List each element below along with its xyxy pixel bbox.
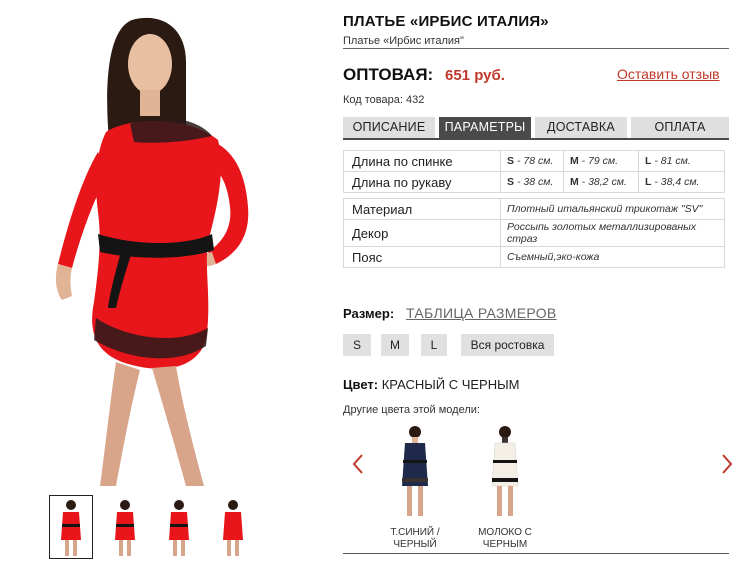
- thumbnail-2[interactable]: [104, 496, 146, 558]
- size-m-button[interactable]: M: [381, 334, 409, 356]
- size-m-value: M - 38,2 см.: [563, 171, 639, 193]
- attribute-name: Пояс: [343, 246, 501, 268]
- variant-photo: [491, 426, 519, 516]
- thumbnail-3[interactable]: [158, 496, 200, 558]
- color-variant-milk[interactable]: МОЛОКО С ЧЕРНЫМ: [460, 420, 550, 551]
- tab-description[interactable]: ОПИСАНИЕ: [343, 117, 435, 138]
- attributes-table: Материал Плотный итальянский трикотаж "S…: [343, 198, 725, 268]
- divider: [343, 48, 729, 49]
- size-l-button[interactable]: L: [421, 334, 447, 356]
- product-main-photo[interactable]: [36, 2, 304, 490]
- attribute-name: Материал: [343, 198, 501, 220]
- attribute-name: Декор: [343, 219, 501, 247]
- size-label: Размер:: [343, 306, 395, 321]
- attribute-value: Плотный итальянский трикотаж "SV": [500, 198, 725, 220]
- variant-photo: [402, 426, 428, 516]
- size-l-value: L - 81 см.: [638, 150, 725, 172]
- table-row: Длина по рукаву S - 38 см. M - 38,2 см. …: [343, 171, 725, 193]
- divider: [343, 553, 729, 554]
- table-row: Декор Россыпь золотых металлизированых с…: [343, 219, 725, 247]
- size-all-button[interactable]: Вся ростовка: [461, 334, 554, 356]
- price-value: 651 руб.: [445, 67, 505, 84]
- variant-name: Т.СИНИЙ / ЧЕРНЫЙ: [390, 527, 440, 550]
- color-info: Цвет: КРАСНЫЙ С ЧЕРНЫМ: [343, 377, 520, 392]
- variant-name: МОЛОКО С ЧЕРНЫМ: [478, 527, 532, 550]
- size-s-value: S - 78 см.: [500, 150, 564, 172]
- thumbnail-strip: [49, 495, 300, 560]
- attribute-value: Россыпь золотых металлизированых страз: [500, 219, 725, 247]
- product-sku: Код товара: 432: [343, 94, 425, 106]
- thumbnail-4[interactable]: [212, 496, 254, 558]
- tab-payment[interactable]: ОПЛАТА: [631, 117, 729, 138]
- measurements-table: Длина по спинке S - 78 см. M - 79 см. L …: [343, 150, 725, 193]
- attribute-value: Съемный,эко-кожа: [500, 246, 725, 268]
- table-row: Пояс Съемный,эко-кожа: [343, 246, 725, 268]
- measurement-name: Длина по рукаву: [343, 171, 501, 193]
- product-tabs: ОПИСАНИЕ ПАРАМЕТРЫ ДОСТАВКА ОПЛАТА: [343, 117, 729, 139]
- size-chart-link[interactable]: ТАБЛИЦА РАЗМЕРОВ: [406, 305, 557, 321]
- tabs-underline: [343, 138, 729, 140]
- leave-review-link[interactable]: Оставить отзыв: [617, 66, 720, 82]
- product-subtitle: Платье «Ирбис италия": [343, 35, 464, 47]
- product-title: ПЛАТЬЕ «ИРБИС ИТАЛИЯ»: [343, 13, 549, 30]
- chevron-right-icon[interactable]: [720, 452, 734, 476]
- table-row: Материал Плотный итальянский трикотаж "S…: [343, 198, 725, 220]
- measurement-name: Длина по спинке: [343, 150, 501, 172]
- size-m-value: M - 79 см.: [563, 150, 639, 172]
- size-s-value: S - 38 см.: [500, 171, 564, 193]
- price-label: ОПТОВАЯ:: [343, 65, 434, 84]
- thumbnail-1[interactable]: [49, 495, 93, 559]
- table-row: Длина по спинке S - 78 см. M - 79 см. L …: [343, 150, 725, 172]
- other-colors-label: Другие цвета этой модели:: [343, 404, 480, 416]
- size-s-button[interactable]: S: [343, 334, 371, 356]
- color-variant-navy[interactable]: Т.СИНИЙ / ЧЕРНЫЙ: [370, 420, 460, 551]
- tab-delivery[interactable]: ДОСТАВКА: [535, 117, 627, 138]
- size-l-value: L - 38,4 см.: [638, 171, 725, 193]
- tab-parameters[interactable]: ПАРАМЕТРЫ: [439, 117, 531, 138]
- chevron-left-icon[interactable]: [351, 452, 365, 476]
